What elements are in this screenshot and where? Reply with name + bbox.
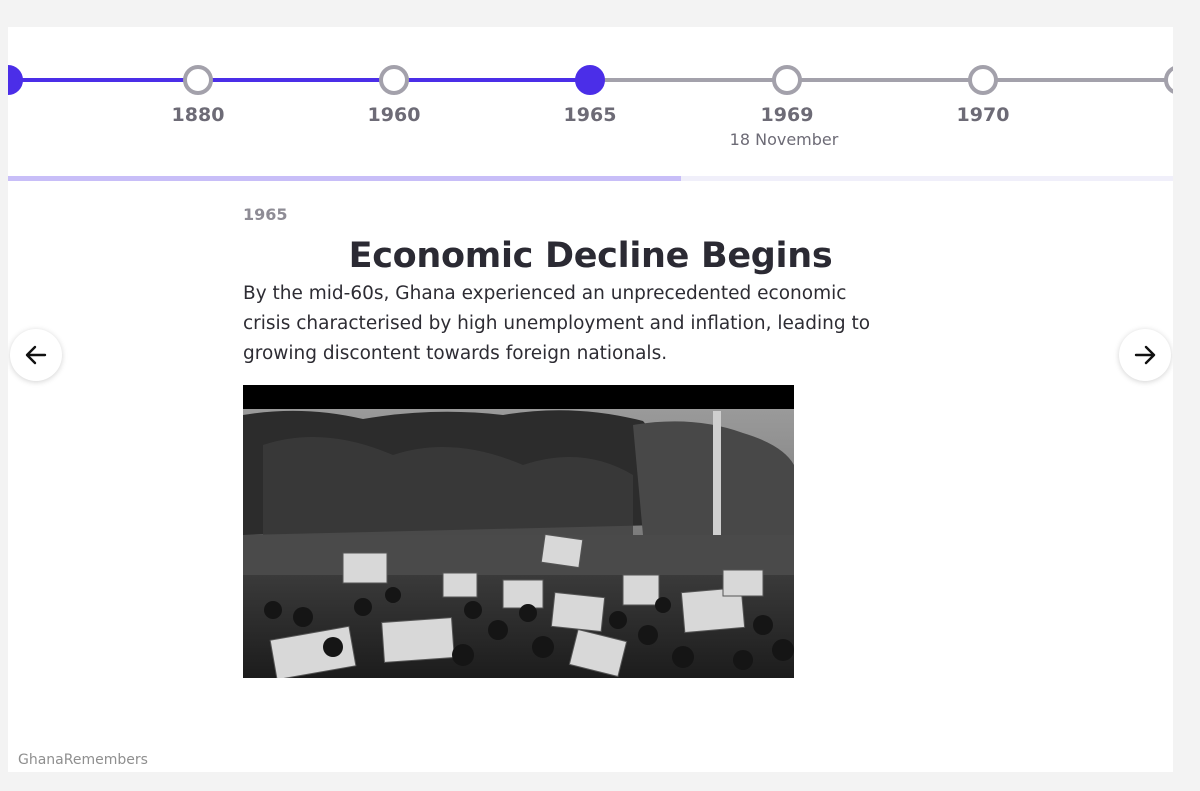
arrow-left-icon	[25, 345, 47, 365]
timeline-track-completed	[8, 78, 590, 82]
timeline-year-1960[interactable]: 1960	[324, 104, 464, 126]
protest-photo-image	[243, 385, 794, 678]
slide-year-label: 1965	[243, 205, 288, 224]
arrow-right-icon	[1134, 345, 1156, 365]
timeline-marker-next[interactable]	[1164, 65, 1173, 95]
timeline-marker-1960[interactable]	[379, 65, 409, 95]
next-slide-button[interactable]	[1119, 329, 1171, 381]
slide-photo	[243, 385, 794, 678]
timeline-year-1970[interactable]: 1970	[913, 104, 1053, 126]
timeline-marker-1970[interactable]	[968, 65, 998, 95]
timeline-marker-1880[interactable]	[183, 65, 213, 95]
timeline-track-upcoming	[590, 78, 1173, 82]
timeline-date-1969: 18 November	[729, 130, 839, 149]
slide-title: Economic Decline Begins	[348, 236, 833, 276]
timeline-year-1965[interactable]: 1965	[520, 104, 660, 126]
timeline-year-1880[interactable]: 1880	[128, 104, 268, 126]
slide-description: By the mid-60s, Ghana experienced an unp…	[243, 283, 871, 364]
timeline-embed: 1880 1960 1965 1969 18 November 1970 196…	[8, 27, 1173, 772]
timeline-progress-fill	[8, 176, 682, 181]
slide-content: 1965 Economic Decline Begins By the mid-…	[243, 205, 943, 369]
timeline-year-1969[interactable]: 1969	[717, 104, 857, 126]
credit-text: GhanaRemembers	[18, 752, 148, 768]
timeline-progress-bar	[8, 176, 1173, 181]
previous-slide-button[interactable]	[10, 329, 62, 381]
timeline-marker-1965-active[interactable]	[575, 65, 605, 95]
timeline-marker-1969[interactable]	[772, 65, 802, 95]
timeline-nav: 1880 1960 1965 1969 18 November 1970	[8, 27, 1173, 177]
timeline-marker-previous[interactable]	[8, 65, 23, 95]
